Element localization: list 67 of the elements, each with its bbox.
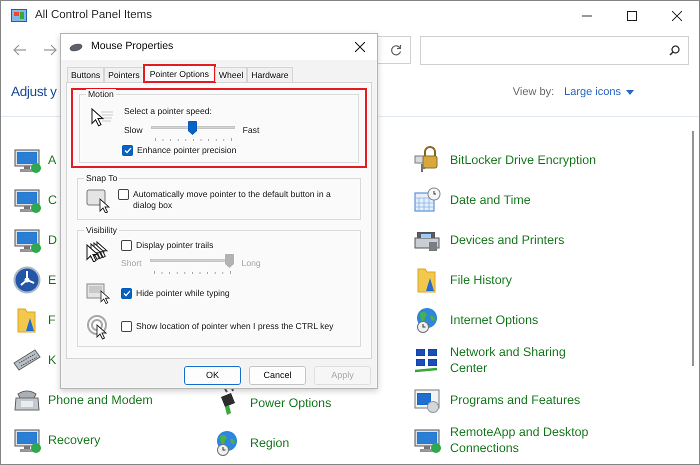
checkbox[interactable] [118,188,129,200]
close-icon [355,42,365,52]
calendar-icon [413,186,441,214]
forward-arrow-icon [43,44,57,56]
maximize-icon [626,11,636,21]
control-panel-link[interactable]: D [48,232,57,248]
window-title: All Control Panel Items [35,8,152,24]
checkbox-label: Hide pointer while typing [136,288,230,300]
control-panel-link[interactable]: Region [250,434,290,452]
tab[interactable]: Hardware [247,67,293,82]
slider-max-label: Long [242,257,261,270]
page-heading: Adjust y [11,83,57,102]
control-panel-link[interactable]: C [48,192,57,208]
control-panel-link[interactable]: F [48,312,56,328]
back-arrow-icon [13,44,27,56]
tab[interactable]: Pointer Options [144,65,215,82]
checkbox-label: Automatically move pointer to the default button in a dialog box [133,188,332,211]
tab[interactable]: Wheel [214,67,248,82]
search-icon [669,44,680,56]
control-panel-link[interactable]: K [48,352,56,368]
checkbox[interactable] [121,288,132,300]
close-icon [672,11,682,21]
control-panel-link[interactable]: Date and Time [450,192,531,208]
tab[interactable]: Pointers [104,67,144,82]
tab[interactable]: Buttons [67,67,104,82]
control-panel-link[interactable]: File History [450,272,512,288]
control-panel-link[interactable]: Network and Sharing Center [450,344,566,376]
control-panel-link[interactable]: Programs and Features [450,392,580,408]
view-by-dropdown[interactable]: Large icons [564,84,634,101]
checkbox[interactable] [121,240,132,251]
slider[interactable] [150,120,235,141]
dialog-title: Mouse Properties [91,39,174,54]
slider-thumb[interactable] [188,120,198,135]
group-title: Snap To [84,172,120,184]
speed-label: Select a pointer speed: [124,105,213,118]
view-by-label: View by: [512,85,554,100]
checkbox[interactable] [122,144,133,156]
control-panel-link[interactable]: Power Options [250,394,332,412]
mouse-icon [69,42,83,52]
control-panel-link[interactable]: Recovery [48,432,100,448]
control-panel-link[interactable]: Devices and Printers [450,232,564,248]
dialog-button[interactable]: Cancel [249,366,306,385]
slider-max-label: Fast [242,124,260,138]
hide-pointer-icon [86,282,112,306]
control-panel-link[interactable]: BitLocker Drive Encryption [450,152,596,168]
control-panel-icon [11,9,27,23]
slider-min-label: Short [121,257,142,270]
dial-icon [13,266,41,294]
caret-icon [626,90,634,95]
checkbox-label: Display pointer trails [136,240,214,251]
control-panel-link[interactable]: RemoteApp and Desktop Connections [450,424,588,456]
pointer-speed-icon [90,105,114,127]
dialog-button[interactable]: OK [184,366,241,385]
search-field[interactable] [420,36,689,64]
scrollbar[interactable] [692,131,694,366]
button-pointer-icon [86,186,112,213]
control-panel-link[interactable]: Internet Options [450,312,538,328]
control-panel-link[interactable]: E [48,272,56,288]
checkbox-label: Enhance pointer precision [137,144,236,156]
group-title: Motion [86,89,116,100]
slider-min-label: Slow [124,124,143,138]
checkbox[interactable] [121,321,132,332]
group-title: Visibility [84,224,119,236]
control-panel-link[interactable]: Phone and Modem [48,392,153,408]
checkbox-label: Show location of pointer when I press the CTRL key [136,321,334,332]
control-panel-link[interactable]: A [48,152,56,168]
refresh-icon [390,44,402,56]
